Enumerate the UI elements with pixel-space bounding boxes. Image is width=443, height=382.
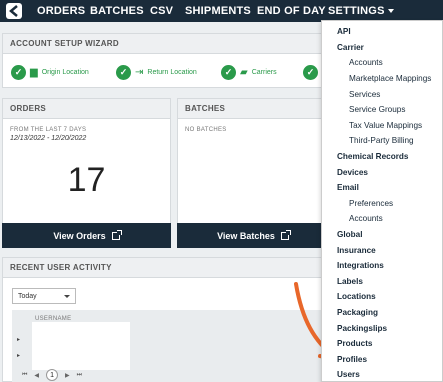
settings-menu-item-third-party-billing[interactable]: Third-Party Billing bbox=[322, 133, 442, 149]
expand-row-icon[interactable]: ▸ bbox=[17, 336, 20, 343]
settings-menu-item-carrier[interactable]: Carrier bbox=[322, 40, 442, 56]
batches-title: BATCHES bbox=[178, 99, 328, 119]
settings-menu-item-labels[interactable]: Labels bbox=[322, 274, 442, 290]
nav-csv[interactable]: CSV bbox=[150, 5, 173, 17]
external-link-icon bbox=[280, 229, 291, 240]
settings-menu-item-preferences[interactable]: Preferences bbox=[322, 196, 442, 212]
column-header-username[interactable]: USERNAME bbox=[35, 316, 71, 322]
expand-row-icon[interactable]: ▸ bbox=[17, 352, 20, 359]
top-navigation: ORDERS BATCHES CSV SHIPMENTS END OF DAY … bbox=[0, 0, 443, 22]
nav-shipments[interactable]: SHIPMENTS bbox=[185, 5, 251, 17]
username-column bbox=[32, 322, 130, 370]
settings-menu-item-accounts[interactable]: Accounts bbox=[322, 211, 442, 227]
settings-menu-item-services[interactable]: Services bbox=[322, 86, 442, 102]
orders-range-label: FROM THE LAST 7 DAYS bbox=[10, 127, 87, 133]
orders-panel: ORDERS FROM THE LAST 7 DAYS 12/13/2022 -… bbox=[2, 98, 171, 248]
view-batches-label: View Batches bbox=[217, 230, 275, 241]
view-batches-button[interactable]: View Batches bbox=[177, 223, 329, 248]
settings-menu-item-global[interactable]: Global bbox=[322, 227, 442, 243]
settings-menu-item-locations[interactable]: Locations bbox=[322, 289, 442, 305]
wizard-step-label: Carriers bbox=[251, 69, 277, 76]
last-page-icon[interactable]: ⏭ bbox=[77, 372, 82, 379]
view-orders-button[interactable]: View Orders bbox=[2, 223, 171, 248]
current-page[interactable]: 1 bbox=[46, 369, 59, 381]
date-filter-select[interactable]: Today bbox=[12, 288, 76, 304]
settings-menu-item-tax-value-mappings[interactable]: Tax Value Mappings bbox=[322, 118, 442, 134]
settings-menu-item-integrations[interactable]: Integrations bbox=[322, 258, 442, 274]
nav-settings-label: SETTINGS bbox=[328, 5, 385, 17]
date-filter-value: Today bbox=[18, 292, 37, 300]
caret-down-icon bbox=[387, 9, 394, 13]
check-icon: ✓ bbox=[11, 65, 26, 80]
settings-menu-item-marketplace-mappings[interactable]: Marketplace Mappings bbox=[322, 71, 442, 87]
nav-settings[interactable]: SETTINGS bbox=[328, 5, 394, 17]
batches-panel: BATCHES NO BATCHES View Batches bbox=[177, 98, 329, 248]
settings-menu-item-service-groups[interactable]: Service Groups bbox=[322, 102, 442, 118]
settings-menu-item-chemical-records[interactable]: Chemical Records bbox=[322, 149, 442, 165]
settings-menu-item-accounts[interactable]: Accounts bbox=[322, 55, 442, 71]
external-link-icon bbox=[111, 229, 122, 240]
nav-orders[interactable]: ORDERS bbox=[37, 5, 85, 17]
nav-batches[interactable]: BATCHES bbox=[90, 5, 144, 17]
settings-menu-item-email[interactable]: Email bbox=[322, 180, 442, 196]
settings-menu-item-devices[interactable]: Devices bbox=[322, 164, 442, 180]
settings-menu-item-profiles[interactable]: Profiles bbox=[322, 351, 442, 367]
building-icon: ▆ bbox=[30, 67, 38, 78]
settings-menu-item-api[interactable]: API bbox=[322, 24, 442, 40]
check-icon: ✓ bbox=[221, 65, 236, 80]
wizard-step-next[interactable]: ✓ bbox=[303, 65, 318, 80]
view-orders-label: View Orders bbox=[53, 230, 106, 241]
wizard-step-return[interactable]: ✓ ⇥ Return Location bbox=[116, 65, 197, 80]
prev-page-icon[interactable]: ◀ bbox=[34, 372, 39, 379]
check-icon: ✓ bbox=[116, 65, 131, 80]
settings-menu-item-products[interactable]: Products bbox=[322, 336, 442, 352]
nav-end-of-day[interactable]: END OF DAY bbox=[257, 5, 326, 17]
settings-menu-item-insurance[interactable]: Insurance bbox=[322, 242, 442, 258]
chevron-down-icon bbox=[64, 295, 70, 298]
settings-menu-item-packingslips[interactable]: Packingslips bbox=[322, 320, 442, 336]
logo-icon[interactable] bbox=[4, 3, 24, 19]
orders-date-range: 12/13/2022 - 12/20/2022 bbox=[10, 135, 87, 142]
wizard-step-origin[interactable]: ✓ ▆ Origin Location bbox=[11, 65, 89, 80]
next-page-icon[interactable]: ▶ bbox=[65, 372, 70, 379]
settings-dropdown-menu: API Carrier Accounts Marketplace Mappings Se… bbox=[321, 20, 443, 382]
first-page-icon[interactable]: ⏮ bbox=[22, 372, 27, 379]
orders-title: ORDERS bbox=[3, 99, 170, 119]
orders-count: 17 bbox=[67, 161, 106, 199]
batches-empty-text: NO BATCHES bbox=[185, 127, 227, 133]
truck-icon: ▰ bbox=[240, 67, 248, 78]
settings-menu-item-packaging[interactable]: Packaging bbox=[322, 305, 442, 321]
settings-menu-item-users[interactable]: Users bbox=[322, 367, 442, 382]
wizard-step-label: Origin Location bbox=[41, 69, 89, 76]
return-icon: ⇥ bbox=[135, 67, 144, 78]
pagination: ⏮ ◀ 1 ▶ ⏭ bbox=[22, 369, 82, 381]
wizard-step-label: Return Location bbox=[147, 69, 197, 76]
wizard-step-carriers[interactable]: ✓ ▰ Carriers bbox=[221, 65, 277, 80]
check-icon: ✓ bbox=[303, 65, 318, 80]
